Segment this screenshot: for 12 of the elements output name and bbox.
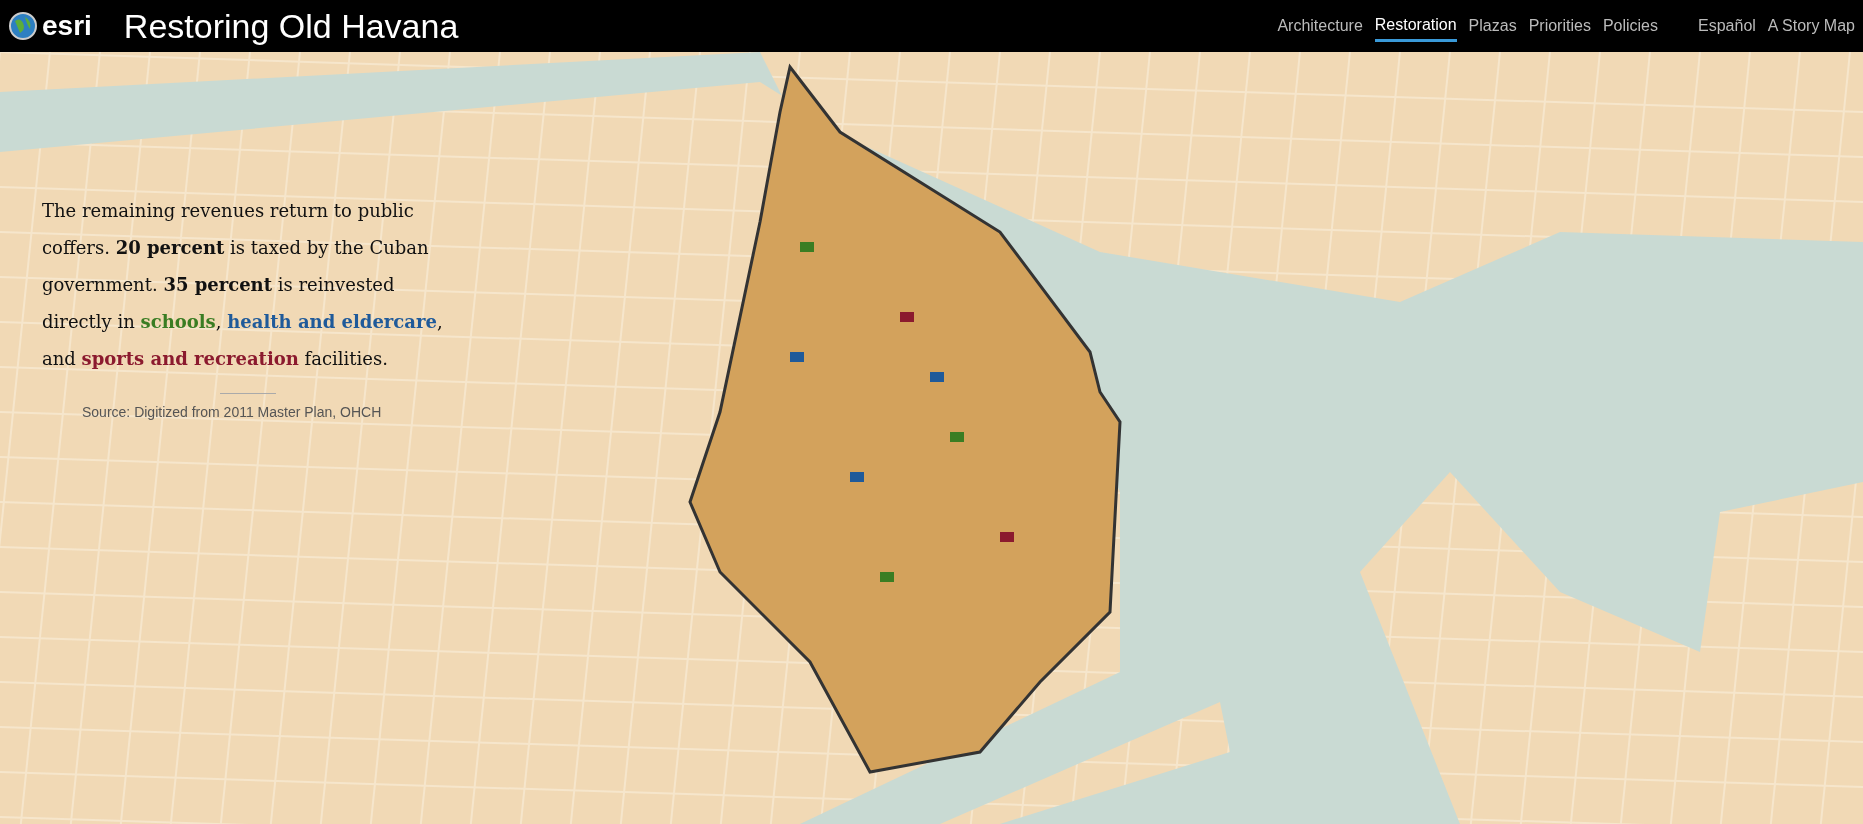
globe-icon	[8, 11, 38, 41]
nav-tab[interactable]: Restoration	[1374, 10, 1457, 42]
nav-tab[interactable]: Priorities	[1528, 9, 1591, 43]
page-title: Restoring Old Havana	[123, 5, 459, 47]
nav-tab[interactable]: Architecture	[1277, 9, 1363, 43]
logo-text: esri	[42, 12, 92, 40]
story-paragraph: The remaining revenues return to public coffers. 20 percent is taxed by the Cuban government. 35 percent is reinvested directly in schools, health and eldercare, and sports and recreation facilities.	[42, 199, 444, 371]
header-link[interactable]: Español	[1698, 14, 1756, 38]
nav-tab[interactable]: Plazas	[1468, 9, 1517, 43]
header-link[interactable]: A Story Map	[1767, 14, 1855, 38]
nav-tab[interactable]: Policies	[1602, 9, 1658, 43]
source-caption: Source: Digitized from 2011 Master Plan, OHCH	[82, 403, 383, 422]
